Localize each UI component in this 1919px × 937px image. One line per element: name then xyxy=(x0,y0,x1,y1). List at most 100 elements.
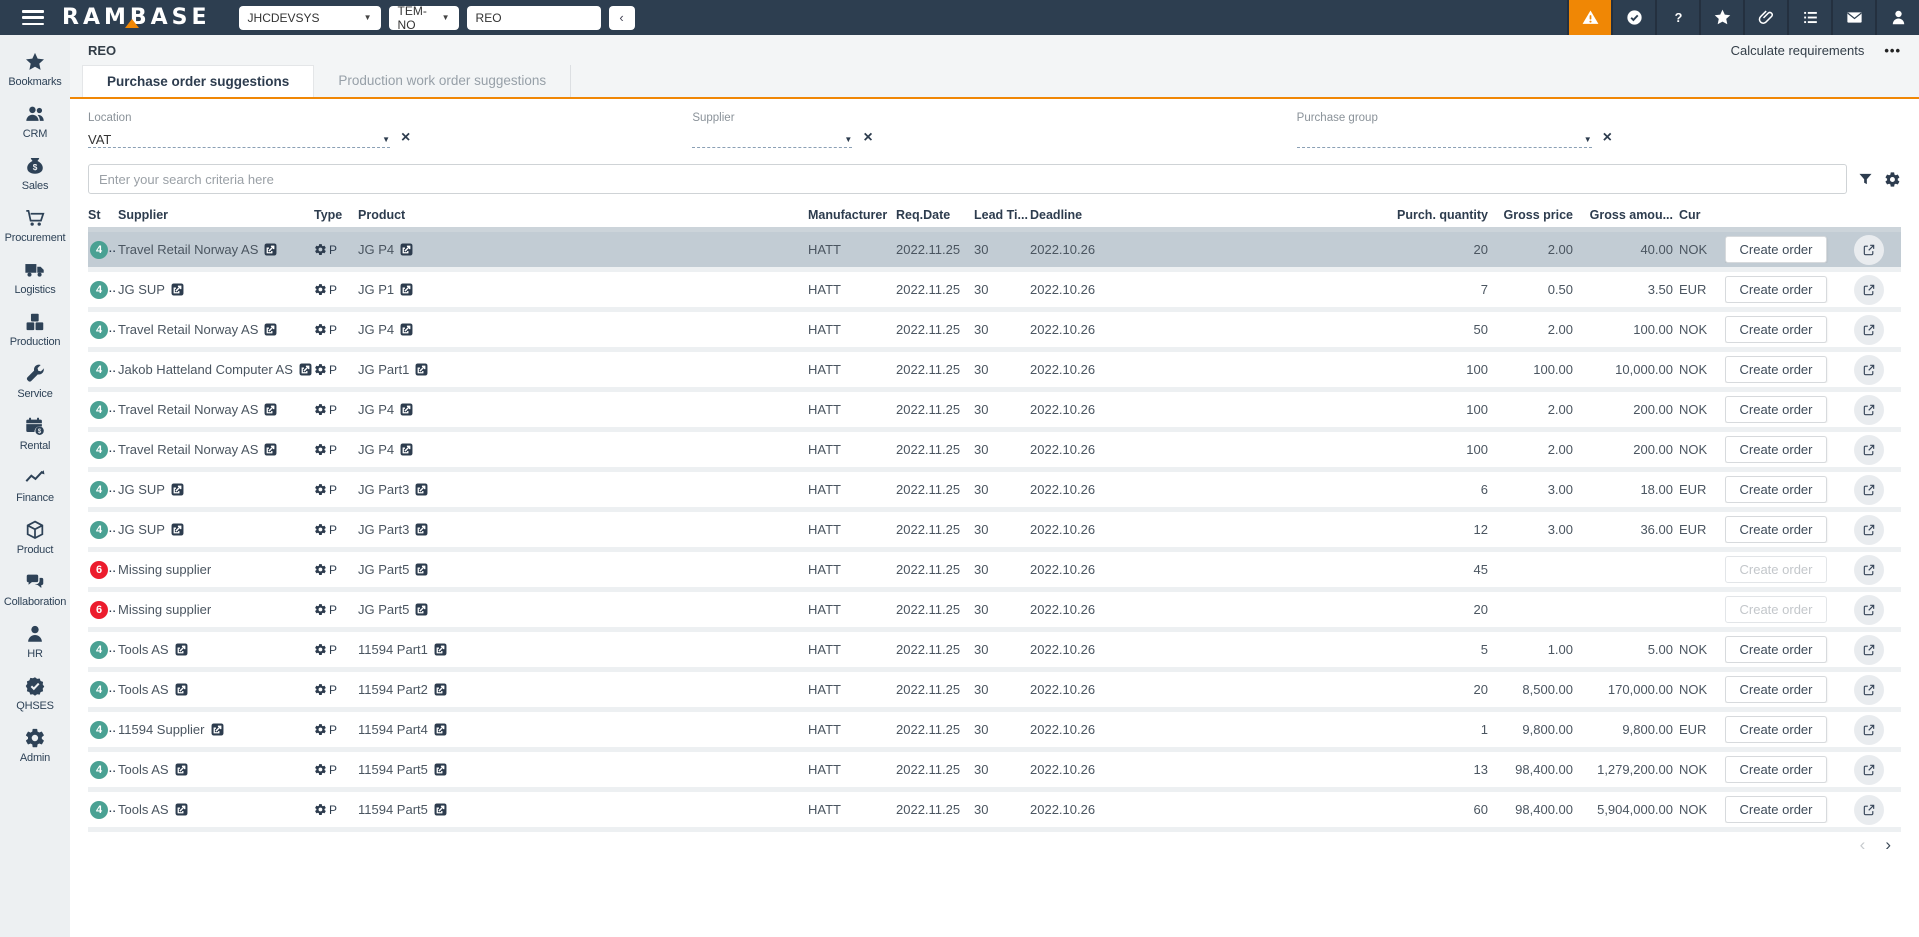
open-record-button[interactable] xyxy=(1854,514,1884,545)
col-header-purch-quantity[interactable]: Purch. quantity xyxy=(1379,208,1494,222)
supplier-external-link-icon[interactable] xyxy=(175,643,188,656)
sidebar-item[interactable]: Collaboration xyxy=(0,564,70,616)
open-record-button[interactable] xyxy=(1854,634,1884,665)
product-external-link-icon[interactable] xyxy=(400,443,413,456)
more-options-icon[interactable]: ••• xyxy=(1884,43,1901,58)
col-header-supplier[interactable]: Supplier xyxy=(118,208,314,222)
product-external-link-icon[interactable] xyxy=(415,563,428,576)
sidebar-item[interactable]: Production xyxy=(0,304,70,356)
open-record-button[interactable] xyxy=(1854,714,1884,745)
supplier-external-link-icon[interactable] xyxy=(175,683,188,696)
system-select[interactable]: JHCDEVSYS ▼ xyxy=(238,5,381,30)
open-record-button[interactable] xyxy=(1854,594,1884,625)
create-order-button[interactable]: Create order xyxy=(1725,596,1827,623)
create-order-button[interactable]: Create order xyxy=(1725,436,1827,463)
open-record-button[interactable] xyxy=(1854,794,1884,825)
topbar-icon-button[interactable] xyxy=(1743,0,1787,35)
col-header-lead-time[interactable]: Lead Ti... xyxy=(974,208,1030,222)
supplier-external-link-icon[interactable] xyxy=(264,403,277,416)
supplier-external-link-icon[interactable] xyxy=(299,363,312,376)
open-record-button[interactable] xyxy=(1854,394,1884,425)
sidebar-item[interactable]: Finance xyxy=(0,460,70,512)
supplier-external-link-icon[interactable] xyxy=(264,443,277,456)
sidebar-item[interactable]: QHSES xyxy=(0,668,70,720)
supplier-external-link-icon[interactable] xyxy=(211,723,224,736)
product-external-link-icon[interactable] xyxy=(415,483,428,496)
create-order-button[interactable]: Create order xyxy=(1725,556,1827,583)
filter-funnel-icon[interactable] xyxy=(1857,171,1874,188)
topbar-icon-button[interactable] xyxy=(1831,0,1875,35)
col-header-gross-price[interactable]: Gross price xyxy=(1494,208,1579,222)
module-select[interactable]: TEM-NO ▼ xyxy=(388,4,459,32)
table-row[interactable]: 6 .. Missing supplier P JG Part5 HATT 20… xyxy=(88,592,1901,632)
open-record-button[interactable] xyxy=(1854,234,1884,265)
table-row[interactable]: 4 .. Travel Retail Norway AS P JG P4 HAT… xyxy=(88,232,1901,272)
sidebar-item[interactable]: Procurement xyxy=(0,200,70,252)
table-row[interactable]: 4 .. Travel Retail Norway AS P JG P4 HAT… xyxy=(88,432,1901,472)
product-external-link-icon[interactable] xyxy=(434,643,447,656)
product-external-link-icon[interactable] xyxy=(434,763,447,776)
hamburger-menu-icon[interactable] xyxy=(22,10,44,25)
product-external-link-icon[interactable] xyxy=(400,243,413,256)
sidebar-item[interactable]: Logistics xyxy=(0,252,70,304)
clear-filter-icon[interactable]: × xyxy=(1603,130,1612,146)
create-order-button[interactable]: Create order xyxy=(1725,356,1827,383)
open-record-button[interactable] xyxy=(1854,754,1884,785)
topbar-icon-button[interactable] xyxy=(1655,0,1699,35)
create-order-button[interactable]: Create order xyxy=(1725,396,1827,423)
create-order-button[interactable]: Create order xyxy=(1725,636,1827,663)
sidebar-item[interactable]: Rental xyxy=(0,408,70,460)
product-external-link-icon[interactable] xyxy=(415,363,428,376)
sidebar-item[interactable]: CRM xyxy=(0,96,70,148)
open-record-button[interactable] xyxy=(1854,274,1884,305)
table-row[interactable]: 6 .. Missing supplier P JG Part5 HATT 20… xyxy=(88,552,1901,592)
table-row[interactable]: 4 .. Tools AS P 11594 Part2 HATT 2022.11… xyxy=(88,672,1901,712)
product-external-link-icon[interactable] xyxy=(415,603,428,616)
table-row[interactable]: 4 .. JG SUP P JG P1 HATT 2022.11.25 30 2… xyxy=(88,272,1901,312)
create-order-button[interactable]: Create order xyxy=(1725,476,1827,503)
sidebar-item[interactable]: Service xyxy=(0,356,70,408)
table-row[interactable]: 4 .. Tools AS P 11594 Part5 HATT 2022.11… xyxy=(88,792,1901,832)
col-header-req-date[interactable]: Req.Date xyxy=(896,208,974,222)
filter-field[interactable]: VAT ▼ xyxy=(88,128,390,148)
table-row[interactable]: 4 .. Travel Retail Norway AS P JG P4 HAT… xyxy=(88,312,1901,352)
table-row[interactable]: 4 .. JG SUP P JG Part3 HATT 2022.11.25 3… xyxy=(88,472,1901,512)
table-row[interactable]: 4 .. Tools AS P 11594 Part1 HATT 2022.11… xyxy=(88,632,1901,672)
prev-page-icon[interactable]: ‹ xyxy=(1860,836,1866,853)
open-record-button[interactable] xyxy=(1854,554,1884,585)
create-order-button[interactable]: Create order xyxy=(1725,676,1827,703)
supplier-external-link-icon[interactable] xyxy=(175,803,188,816)
open-record-button[interactable] xyxy=(1854,434,1884,465)
product-external-link-icon[interactable] xyxy=(415,523,428,536)
clear-filter-icon[interactable]: × xyxy=(401,130,410,146)
col-header-manufacturer[interactable]: Manufacturer xyxy=(808,208,896,222)
supplier-external-link-icon[interactable] xyxy=(175,763,188,776)
open-record-button[interactable] xyxy=(1854,314,1884,345)
create-order-button[interactable]: Create order xyxy=(1725,236,1827,263)
supplier-external-link-icon[interactable] xyxy=(264,243,277,256)
topbar-icon-button[interactable] xyxy=(1567,0,1611,35)
sidebar-item[interactable]: Sales xyxy=(0,148,70,200)
product-external-link-icon[interactable] xyxy=(434,803,447,816)
supplier-external-link-icon[interactable] xyxy=(171,483,184,496)
col-header-product[interactable]: Product xyxy=(358,208,808,222)
sidebar-item[interactable]: Admin xyxy=(0,720,70,772)
table-row[interactable]: 4 .. Jakob Hatteland Computer AS P JG Pa… xyxy=(88,352,1901,392)
supplier-external-link-icon[interactable] xyxy=(171,283,184,296)
topbar-icon-button[interactable] xyxy=(1699,0,1743,35)
sidebar-item[interactable]: Bookmarks xyxy=(0,44,70,96)
col-header-cur[interactable]: Cur xyxy=(1679,208,1725,222)
table-settings-gear-icon[interactable] xyxy=(1884,171,1901,188)
supplier-external-link-icon[interactable] xyxy=(171,523,184,536)
create-order-button[interactable]: Create order xyxy=(1725,756,1827,783)
product-external-link-icon[interactable] xyxy=(400,323,413,336)
table-row[interactable]: 4 .. Travel Retail Norway AS P JG P4 HAT… xyxy=(88,392,1901,432)
product-external-link-icon[interactable] xyxy=(400,403,413,416)
topbar-icon-button[interactable] xyxy=(1787,0,1831,35)
product-external-link-icon[interactable] xyxy=(434,683,447,696)
product-external-link-icon[interactable] xyxy=(400,283,413,296)
sidebar-item[interactable]: HR xyxy=(0,616,70,668)
table-row[interactable]: 4 .. 11594 Supplier P 11594 Part4 HATT 2… xyxy=(88,712,1901,752)
col-header-deadline[interactable]: Deadline xyxy=(1030,208,1379,222)
open-record-button[interactable] xyxy=(1854,354,1884,385)
